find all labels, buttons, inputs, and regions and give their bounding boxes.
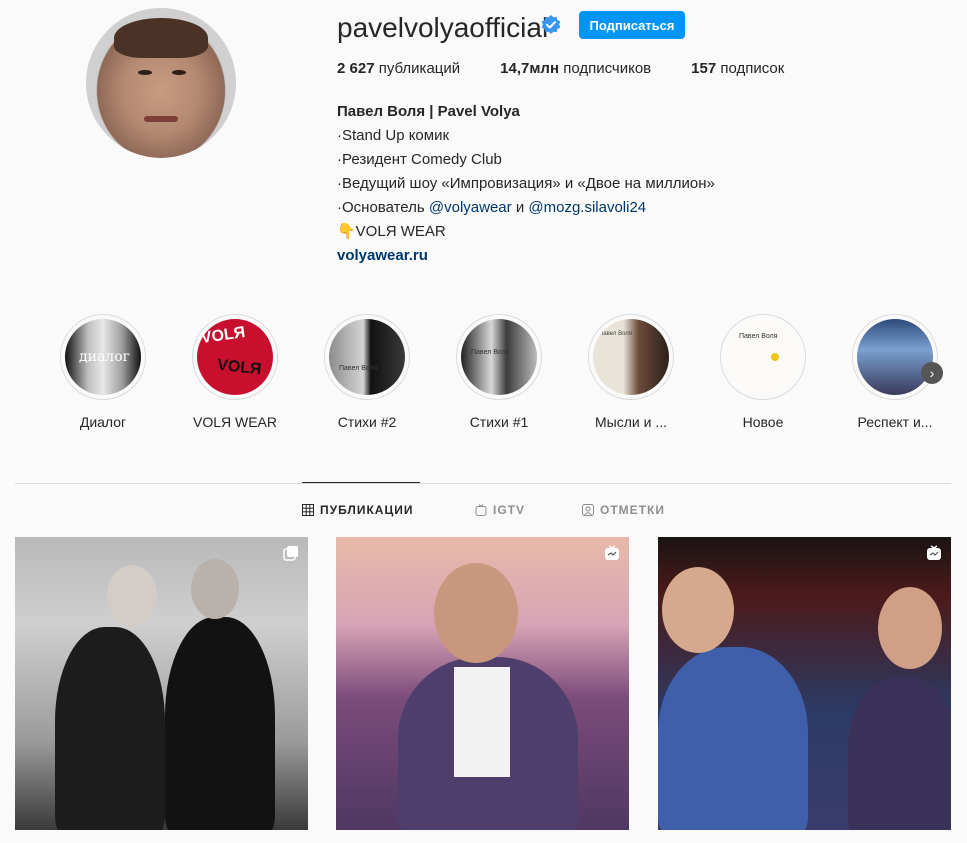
tab-posts-label: ПУБЛИКАЦИИ — [320, 503, 414, 517]
highlights-next-arrow-icon[interactable]: › — [921, 362, 943, 384]
profile-avatar[interactable] — [86, 8, 236, 158]
post-thumbnail[interactable] — [15, 537, 308, 830]
highlight-cover-text: Павел Воля — [599, 331, 633, 337]
highlight-label: VOLЯ WEAR — [192, 414, 277, 430]
stat-following[interactable]: 157 подписок — [691, 60, 784, 77]
posts-count: 2 627 — [337, 60, 375, 77]
highlight-item[interactable]: Павел Воля Стихи #1 — [454, 314, 544, 430]
bio-line-founder: ·Основатель @volyawear и @mozg.silavoli2… — [337, 196, 715, 220]
highlight-item[interactable]: Павел Воля Стихи #2 — [322, 314, 412, 430]
bio-line: ·Ведущий шоу «Импровизация» и «Двое на м… — [337, 175, 715, 192]
bio-founder-and: и — [511, 199, 529, 216]
igtv-video-icon — [927, 545, 941, 560]
highlight-cover — [857, 319, 933, 395]
bio-founder-prefix: ·Основатель — [337, 199, 429, 216]
tab-posts[interactable]: ПУБЛИКАЦИИ — [302, 503, 413, 517]
avatar-image — [86, 8, 236, 158]
tab-igtv-label: IGTV — [493, 503, 526, 517]
highlight-cover-text: Павел Воля — [339, 365, 378, 372]
highlight-item[interactable]: диалог Диалог — [58, 314, 148, 430]
tagged-user-icon — [582, 504, 594, 516]
stat-posts: 2 627 публикаций — [337, 60, 460, 77]
highlight-item[interactable]: Павел Воля Новое — [718, 314, 808, 430]
bio-line: 👇VOLЯ WEAR — [337, 223, 446, 240]
posts-label: публикаций — [374, 60, 461, 77]
post-thumbnail[interactable] — [658, 537, 951, 830]
igtv-video-icon — [605, 545, 619, 560]
website-link[interactable]: volyawear.ru — [337, 244, 715, 268]
bio-full-name: Павел Воля | Pavel Volya — [337, 103, 520, 120]
igtv-icon — [475, 504, 487, 516]
tabs-divider — [15, 483, 951, 484]
highlight-cover-text: VOLЯ — [216, 356, 263, 379]
highlight-cover: Павел Воля — [461, 319, 537, 395]
post-thumbnail[interactable] — [336, 537, 629, 830]
bio-line: ·Stand Up комик — [337, 127, 450, 144]
tab-tagged[interactable]: ОТМЕТКИ — [582, 503, 665, 517]
highlight-label: Диалог — [79, 414, 127, 430]
stat-followers[interactable]: 14,7млн подписчиков — [500, 60, 651, 77]
grid-icon — [302, 504, 314, 516]
highlight-cover: Павел Воля — [725, 319, 801, 395]
highlight-label: Мысли и ... — [595, 414, 667, 430]
highlight-label: Стихи #1 — [469, 414, 529, 430]
highlight-cover-text: Павел Воля — [471, 349, 510, 356]
highlight-label: Стихи #2 — [337, 414, 397, 430]
highlight-label: Новое — [742, 414, 784, 430]
highlight-cover: Павел Воля — [593, 319, 669, 395]
highlight-cover-text: Павел Воля — [739, 333, 778, 340]
profile-username: pavelvolyaofficial — [337, 12, 549, 43]
active-tab-indicator — [302, 482, 420, 483]
highlight-item[interactable]: Павел Воля Мысли и ... — [586, 314, 676, 430]
following-count: 157 — [691, 60, 717, 77]
bio-line: ·Резидент Comedy Club — [337, 151, 502, 168]
carousel-icon — [283, 546, 298, 561]
highlight-item[interactable]: VOLЯ VOLЯ VOLЯ WEAR — [190, 314, 280, 430]
follow-button[interactable]: Подписаться — [579, 11, 685, 39]
highlight-cover-text: VOLЯ — [199, 323, 247, 348]
highlight-cover: диалог — [65, 319, 141, 395]
highlight-cover: Павел Воля — [329, 319, 405, 395]
mention-link-mozg[interactable]: @mozg.silavoli24 — [528, 199, 646, 216]
tab-tagged-label: ОТМЕТКИ — [600, 503, 665, 517]
mention-link-volyawear[interactable]: @volyawear — [429, 199, 512, 216]
followers-label: подписчиков — [559, 60, 652, 77]
verified-badge-icon — [541, 15, 561, 34]
following-label: подписок — [716, 60, 785, 77]
profile-stats: 2 627 публикаций 14,7млн подписчиков 157… — [337, 60, 784, 77]
tab-igtv[interactable]: IGTV — [475, 503, 525, 517]
highlight-label: Респект и... — [857, 414, 933, 430]
highlight-cover: VOLЯ VOLЯ — [197, 319, 273, 395]
followers-count: 14,7млн — [500, 60, 560, 77]
highlight-cover-text: диалог — [79, 349, 130, 365]
profile-bio: Павел Воля | Pavel Volya ·Stand Up комик… — [337, 100, 715, 268]
